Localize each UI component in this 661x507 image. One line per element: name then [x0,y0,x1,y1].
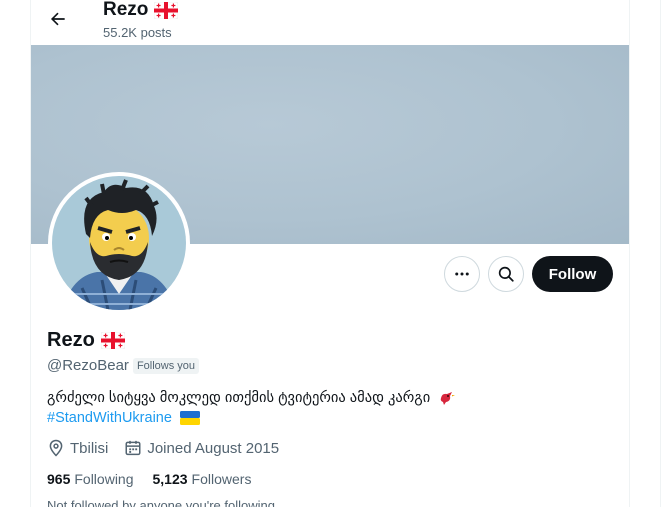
more-button[interactable] [444,256,480,292]
join-date: Joined August 2015 [124,439,279,457]
following-count: 965 [47,471,71,487]
posts-count: 55.2K posts [103,25,172,40]
followers-count: 5,123 [152,471,188,487]
bio-line-1: გრძელი სიტყვა მოკლედ ითქმის ტვიტერია ამა… [47,388,607,408]
following-link[interactable]: 965 Following [47,471,134,487]
search-icon [498,266,514,282]
user-handle: @RezoBear [47,357,129,374]
back-button[interactable] [43,4,73,34]
header-name: Rezo [103,0,149,20]
georgia-flag-icon [154,1,179,19]
ukraine-flag-icon [179,411,200,426]
bird-emoji-icon [440,392,456,406]
joined-text: Joined August 2015 [147,439,280,457]
profile-actions: Follow [31,256,629,292]
calendar-icon [125,440,141,456]
followers-link[interactable]: 5,123 Followers [153,471,252,487]
more-icon [455,272,469,276]
profile-column: Rezo 55.2K posts Follow Rezo @RezoBear F… [30,0,630,507]
not-followed-text: Not followed by anyone you're following [47,498,275,507]
bio-text: გრძელი სიტყვა მოკლედ ითქმის ტვიტერია ამა… [47,390,431,406]
profile-meta: Tbilisi Joined August 2015 [47,439,295,457]
hashtag-link[interactable]: #StandWithUkraine [47,410,172,426]
header-title: Rezo [103,0,179,21]
follow-stats: 965 Following 5,123 Followers [47,471,270,487]
profile-header: Rezo 55.2K posts [31,0,629,45]
bio-line-2: #StandWithUkraine [47,408,607,428]
location-text: Tbilisi [70,439,109,457]
back-arrow-icon [50,12,65,26]
location: Tbilisi [47,439,108,457]
handle-row: @RezoBear Follows you [47,357,200,374]
search-profile-button[interactable] [488,256,524,292]
follows-you-badge: Follows you [132,357,200,374]
profile-name: Rezo [47,329,125,352]
following-label: Following [74,471,134,487]
georgia-flag-icon [100,332,125,349]
display-name: Rezo [47,329,95,351]
location-pin-icon [49,439,63,457]
follow-button[interactable]: Follow [532,256,613,292]
bio: გრძელი სიტყვა მოკლედ ითქმის ტვიტერია ამა… [47,388,607,428]
followers-label: Followers [191,471,252,487]
avatar[interactable] [48,172,190,314]
